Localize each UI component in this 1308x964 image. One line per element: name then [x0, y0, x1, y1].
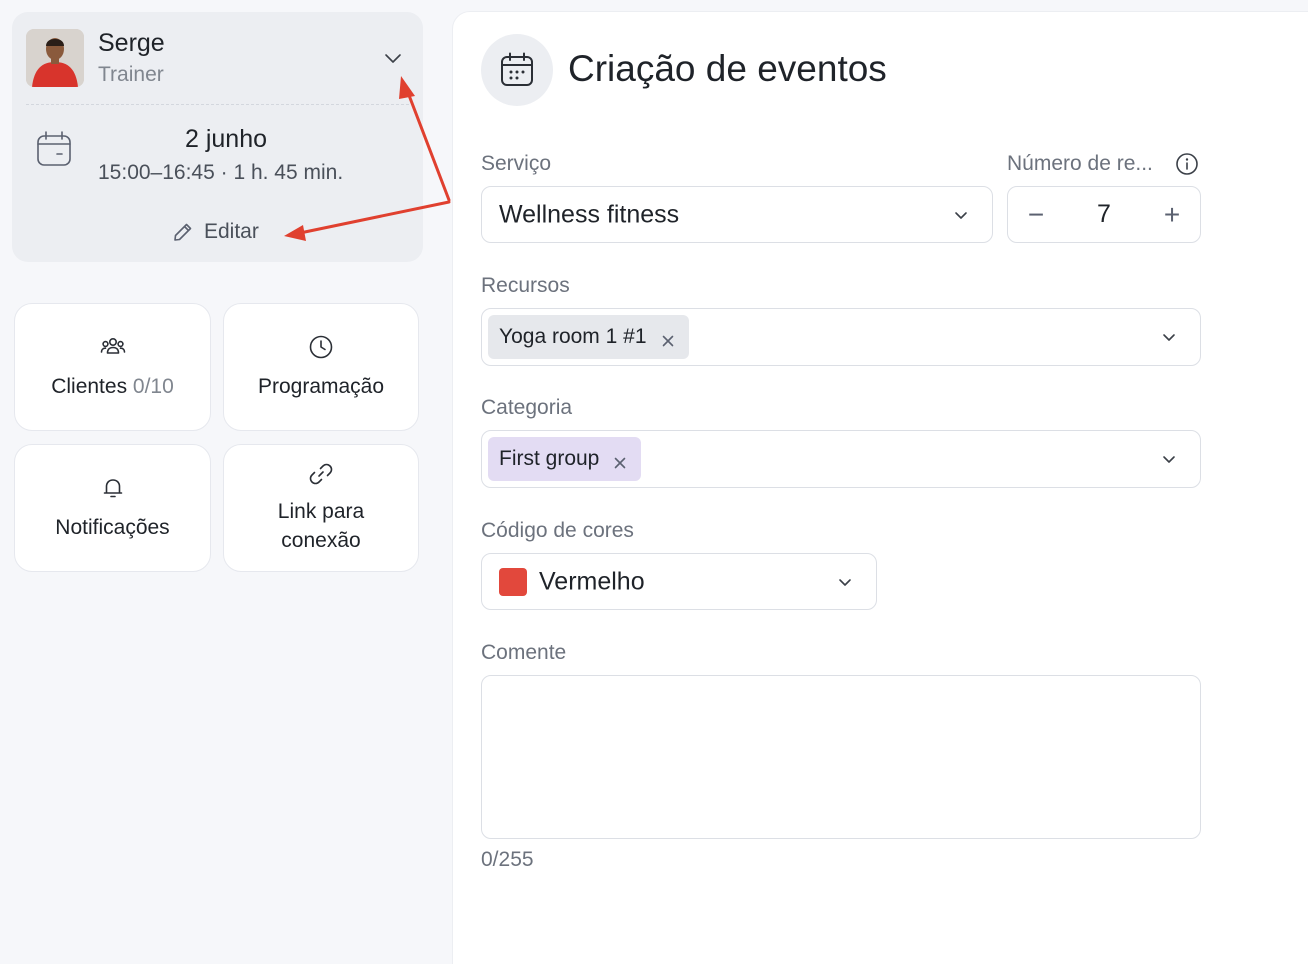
category-chip-label: First group	[499, 447, 600, 470]
clients-count: 0/10	[132, 374, 174, 398]
count-value[interactable]: 7	[1064, 187, 1144, 242]
calendar-icon	[35, 130, 73, 168]
trainer-role: Trainer	[98, 63, 164, 86]
count-label: Número de re...	[1007, 152, 1153, 175]
pencil-icon	[172, 221, 194, 243]
trainer-event-card: Serge Trainer 2 junho 15:00–16:45 · 1 h.…	[12, 12, 423, 262]
connection-link-tile[interactable]: Link para conexão	[223, 444, 419, 572]
event-date: 2 junho	[184, 125, 268, 153]
close-icon[interactable]	[613, 452, 627, 469]
chevron-down-icon	[952, 206, 970, 224]
decrement-button[interactable]: −	[1008, 187, 1064, 242]
event-time: 15:00–16:45 · 1 h. 45 min.	[98, 161, 344, 184]
category-chip: First group	[488, 437, 642, 481]
color-code-select[interactable]: Vermelho	[481, 553, 877, 610]
service-label: Serviço	[481, 152, 552, 175]
bell-icon	[100, 475, 126, 501]
count-stepper: − 7 +	[1007, 186, 1201, 243]
resource-chip: Yoga room 1 #1	[488, 315, 689, 359]
color-swatch	[499, 568, 527, 596]
resource-chip-label: Yoga room 1 #1	[499, 325, 647, 348]
comment-textarea[interactable]	[481, 675, 1201, 839]
page-title: Criação de eventos	[568, 48, 887, 89]
schedule-tile[interactable]: Programação	[223, 303, 419, 431]
card-divider	[26, 104, 409, 105]
clients-tile[interactable]: Clientes 0/10	[14, 303, 211, 431]
category-label: Categoria	[481, 396, 573, 419]
character-counter: 0/255	[481, 848, 534, 871]
link-icon	[308, 461, 334, 487]
info-icon[interactable]	[1175, 152, 1199, 176]
schedule-label: Programação	[257, 374, 385, 398]
close-icon[interactable]	[661, 330, 675, 347]
resources-label: Recursos	[481, 274, 570, 297]
edit-label: Editar	[204, 220, 259, 243]
trainer-avatar	[26, 29, 84, 87]
color-code-label: Código de cores	[481, 519, 634, 542]
service-select[interactable]: Wellness fitness	[481, 186, 993, 243]
connection-link-label: Link para conexão	[277, 500, 365, 552]
trainer-name: Serge	[98, 29, 165, 57]
color-value: Vermelho	[539, 567, 645, 595]
edit-button[interactable]: Editar	[172, 218, 259, 246]
users-icon	[100, 334, 126, 360]
comment-label: Comente	[481, 641, 567, 664]
chevron-down-icon	[1160, 328, 1178, 346]
clients-label: Clientes 0/10	[51, 374, 174, 398]
chevron-down-icon	[1160, 450, 1178, 468]
notifications-label: Notificações	[55, 515, 170, 539]
service-value: Wellness fitness	[499, 200, 680, 228]
increment-button[interactable]: +	[1144, 187, 1200, 242]
calendar-icon	[481, 34, 553, 106]
chevron-down-icon[interactable]	[382, 47, 404, 69]
clock-icon	[308, 334, 334, 360]
chevron-down-icon	[836, 573, 854, 591]
category-select[interactable]: First group	[481, 430, 1201, 488]
resources-select[interactable]: Yoga room 1 #1	[481, 308, 1201, 366]
notifications-tile[interactable]: Notificações	[14, 444, 211, 572]
